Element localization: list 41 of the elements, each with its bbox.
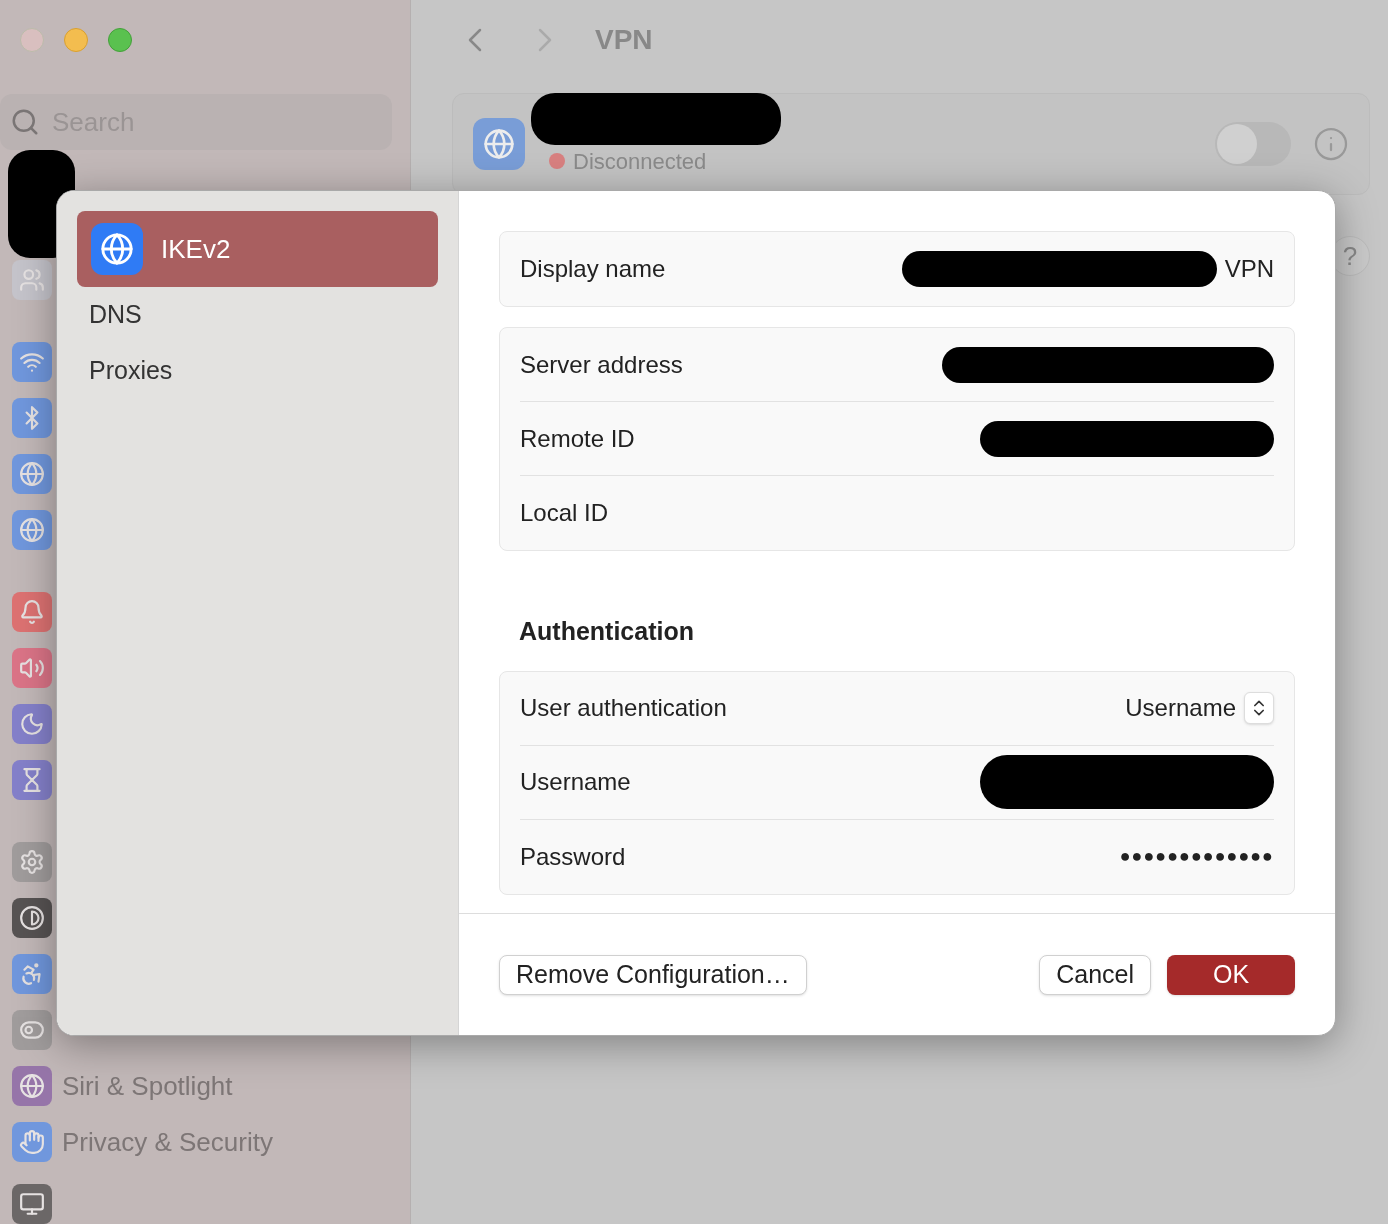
- contrast-icon[interactable]: [12, 898, 52, 938]
- hourglass-icon[interactable]: [12, 760, 52, 800]
- field-label: Password: [520, 841, 626, 872]
- globe-icon[interactable]: [12, 510, 52, 550]
- monitor-icon[interactable]: [12, 1184, 52, 1224]
- globe-icon: [91, 223, 143, 275]
- globe-icon[interactable]: [12, 454, 52, 494]
- hand-icon: [12, 1122, 52, 1162]
- zoom-window-button[interactable]: [108, 28, 132, 52]
- password-field[interactable]: ●●●●●●●●●●●●●: [1119, 843, 1274, 870]
- field-label: Server address: [520, 349, 683, 380]
- info-icon[interactable]: [1313, 126, 1349, 162]
- bluetooth-icon[interactable]: [12, 398, 52, 438]
- status-text: Disconnected: [573, 147, 707, 176]
- dialog-button[interactable]: Remove Configuration…: [499, 954, 807, 995]
- speaker-icon[interactable]: [12, 648, 52, 688]
- people-icon[interactable]: [12, 260, 52, 300]
- bell-icon[interactable]: [12, 592, 52, 632]
- dialog-button[interactable]: Cancel: [1039, 954, 1151, 995]
- field-label: User authentication: [520, 693, 727, 723]
- sidebar-tab[interactable]: IKEv2: [77, 211, 438, 287]
- vpn-toggle[interactable]: [1215, 122, 1291, 166]
- section-heading: Authentication: [519, 616, 695, 647]
- stepper-icon: [1244, 692, 1274, 724]
- authentication-popup[interactable]: Username: [1125, 690, 1274, 726]
- ok-button[interactable]: OK: [1167, 954, 1295, 995]
- wifi-icon[interactable]: [12, 342, 52, 382]
- field-value: VPN: [1224, 254, 1274, 284]
- field-label: Username: [520, 767, 631, 797]
- sidebar-tab[interactable]: DNS: [77, 287, 438, 343]
- window-title: VPN: [595, 23, 653, 57]
- toggle-icon[interactable]: [12, 1010, 52, 1050]
- search-icon: [10, 107, 40, 137]
- field-label: Display name: [520, 254, 666, 284]
- accessibility-icon[interactable]: [12, 954, 52, 994]
- field-label: Local ID: [520, 498, 609, 528]
- sidebar-tab[interactable]: Proxies: [77, 343, 438, 399]
- field-label: Remote ID: [520, 423, 635, 454]
- moon-icon[interactable]: [12, 704, 52, 744]
- settings-icon[interactable]: [12, 842, 52, 882]
- globe-icon: [473, 118, 525, 170]
